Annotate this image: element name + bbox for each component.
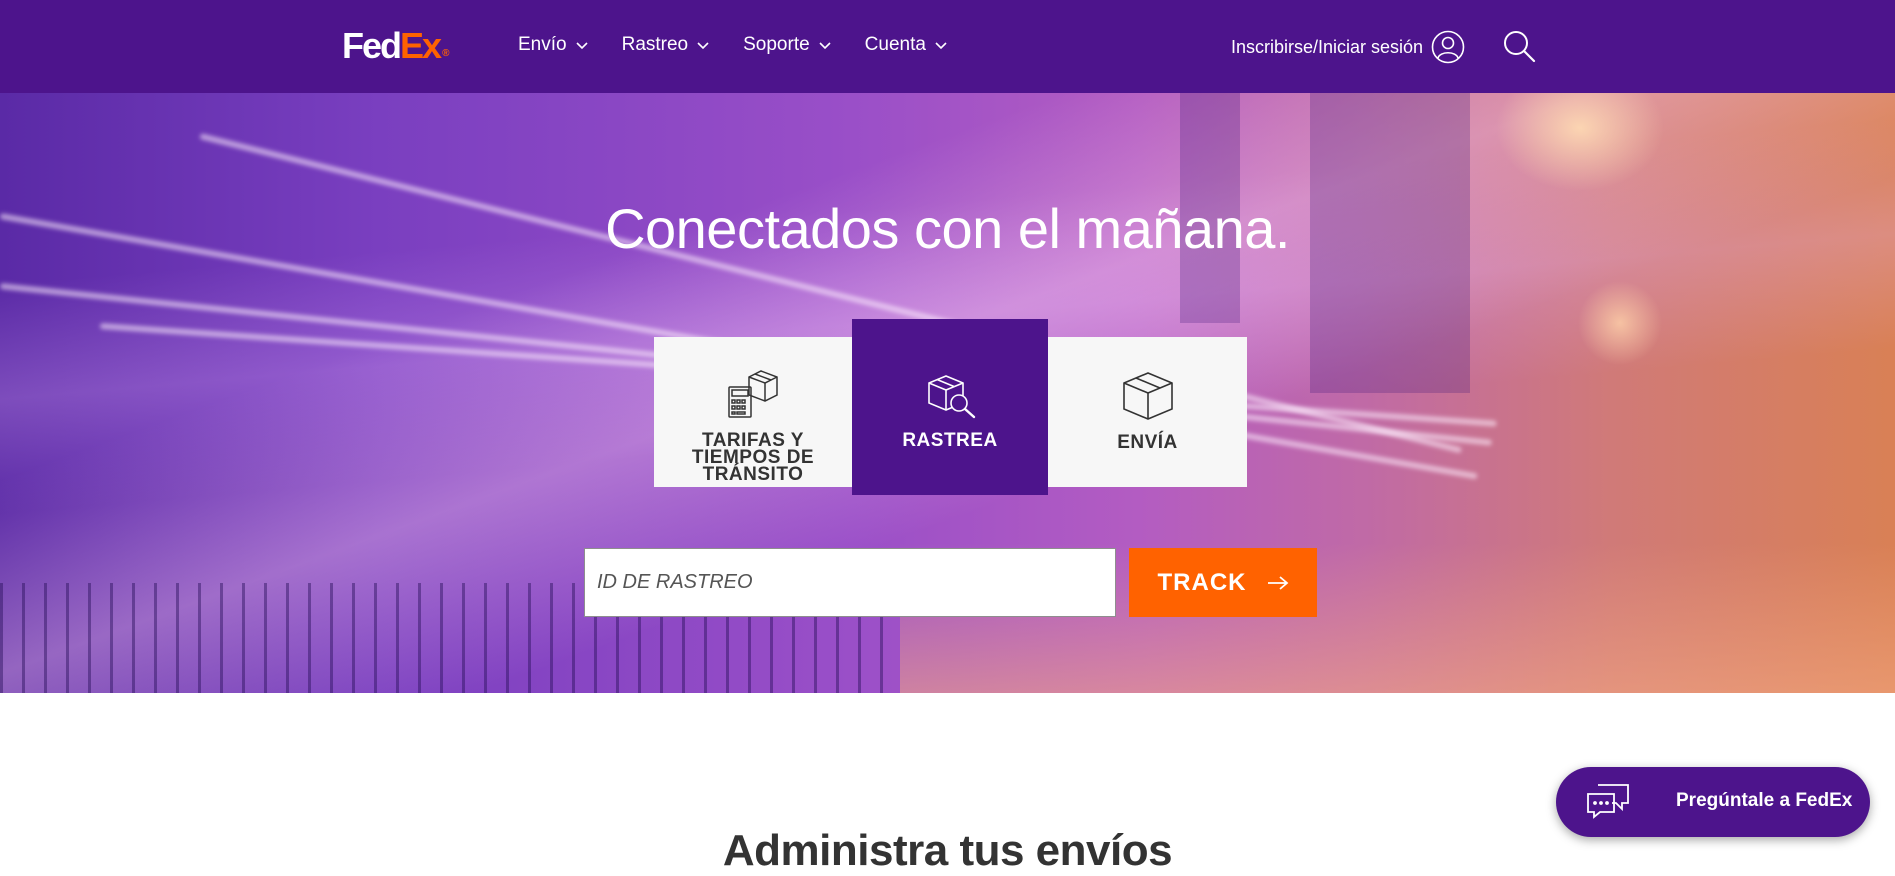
nav-item-rastreo[interactable]: Rastreo: [622, 34, 711, 56]
tab-ship[interactable]: ENVÍA: [1048, 337, 1247, 487]
tab-track-label: RASTREA: [902, 430, 998, 451]
tab-ship-label: ENVÍA: [1117, 432, 1178, 453]
nav-item-cuenta[interactable]: Cuenta: [865, 34, 948, 56]
nav-item-label: Rastreo: [621, 34, 689, 55]
main-nav: Envío Rastreo Soporte Cuenta: [518, 34, 981, 56]
tab-rates-label: TARIFAS Y TIEMPOS DE TRÁNSITO: [691, 430, 815, 485]
tab-rates[interactable]: TARIFAS Y TIEMPOS DE TRÁNSITO: [654, 337, 852, 487]
chevron-down-icon: [576, 42, 588, 50]
nav-item-label: Envío: [518, 34, 567, 55]
nav-item-soporte[interactable]: Soporte: [743, 34, 832, 56]
nav-item-envio[interactable]: Envío: [518, 34, 589, 56]
nav-item-label: Cuenta: [864, 34, 926, 55]
ask-fedex-chat-button[interactable]: Pregúntale a FedEx: [1556, 767, 1870, 837]
tracking-id-input[interactable]: [584, 548, 1116, 617]
box-icon: [1123, 372, 1173, 420]
track-button-label: TRACK: [1157, 568, 1247, 596]
user-icon: [1431, 30, 1465, 64]
box-search-icon: [928, 375, 976, 419]
signin-label: Inscribirse/Iniciar sesión: [1231, 36, 1424, 57]
track-button[interactable]: TRACK: [1129, 548, 1317, 617]
chat-bubbles-icon: [1587, 784, 1629, 819]
action-tabs: TARIFAS Y TIEMPOS DE TRÁNSITO RASTREA EN…: [654, 319, 1248, 495]
chat-label: Pregúntale a FedEx: [1676, 790, 1853, 811]
chevron-down-icon: [935, 42, 947, 50]
tab-track[interactable]: RASTREA: [852, 319, 1048, 495]
logo-ex: Ex: [400, 25, 442, 66]
hero-headline: Conectados con el mañana.: [605, 197, 1290, 260]
arrow-right-icon: [1267, 575, 1288, 590]
logo-fed: Fed: [342, 25, 402, 66]
chevron-down-icon: [697, 42, 709, 50]
search-icon[interactable]: [1503, 30, 1536, 63]
calculator-box-icon: [728, 370, 778, 418]
signin-link[interactable]: Inscribirse/Iniciar sesión: [1231, 30, 1465, 64]
hero-banner: Conectados con el mañana. TARIFAS Y TIEM…: [0, 93, 1895, 693]
top-header: FedEx ® Envío Rastreo Soporte Cuenta Insc…: [0, 0, 1895, 93]
fedex-logo[interactable]: FedEx ®: [342, 28, 449, 72]
nav-item-label: Soporte: [743, 34, 810, 55]
chevron-down-icon: [819, 42, 831, 50]
logo-registered: ®: [442, 48, 450, 59]
